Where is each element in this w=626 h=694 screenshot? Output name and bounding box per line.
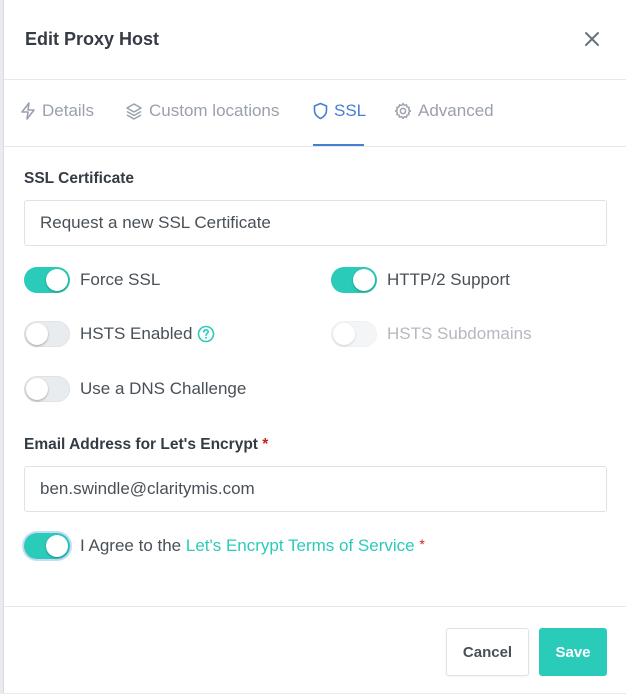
required-marker: * bbox=[419, 536, 425, 552]
agree-prefix: I Agree to the bbox=[80, 536, 186, 555]
tab-advanced-label: Advanced bbox=[418, 101, 494, 120]
close-icon[interactable] bbox=[580, 27, 604, 51]
hsts-subdomains-toggle[interactable]: HSTS Subdomains bbox=[331, 321, 532, 347]
email-value: ben.swindle@claritymis.com bbox=[40, 479, 255, 498]
force-ssl-label: Force SSL bbox=[80, 270, 161, 289]
tab-ssl-label: SSL bbox=[334, 101, 367, 120]
tab-details-label: Details bbox=[42, 101, 94, 120]
dns-challenge-label: Use a DNS Challenge bbox=[80, 379, 247, 398]
dns-challenge-switch[interactable] bbox=[24, 376, 70, 402]
tab-advanced[interactable]: Advanced bbox=[394, 101, 494, 146]
ssl-certificate-label: SSL Certificate bbox=[24, 170, 134, 187]
edit-proxy-host-modal: Edit Proxy Host Details Custom locations… bbox=[3, 0, 626, 693]
cancel-button[interactable]: Cancel bbox=[446, 628, 529, 676]
ssl-certificate-select[interactable]: Request a new SSL Certificate bbox=[24, 200, 607, 246]
hsts-label: HSTS Enabled bbox=[80, 324, 193, 343]
email-input[interactable]: ben.swindle@claritymis.com bbox=[24, 466, 607, 512]
tab-ssl[interactable]: SSL bbox=[313, 101, 367, 146]
email-label: Email Address for Let's Encrypt * bbox=[24, 436, 268, 454]
tab-custom-locations[interactable]: Custom locations bbox=[125, 101, 279, 146]
save-button[interactable]: Save bbox=[539, 628, 607, 676]
hsts-toggle[interactable]: HSTS Enabled bbox=[24, 321, 215, 347]
agree-tos-label: I Agree to the Let's Encrypt Terms of Se… bbox=[80, 536, 425, 556]
http2-switch[interactable] bbox=[331, 267, 377, 293]
modal-title: Edit Proxy Host bbox=[25, 29, 160, 49]
tab-bar: Details Custom locations SSL Advanced bbox=[4, 80, 626, 147]
help-circle-icon[interactable] bbox=[197, 325, 215, 343]
tab-details[interactable]: Details bbox=[20, 101, 94, 146]
force-ssl-switch[interactable] bbox=[24, 267, 70, 293]
email-label-text: Email Address for Let's Encrypt bbox=[24, 436, 258, 453]
force-ssl-toggle[interactable]: Force SSL bbox=[24, 267, 160, 293]
agree-tos-toggle[interactable]: I Agree to the Let's Encrypt Terms of Se… bbox=[24, 533, 425, 559]
hsts-subdomains-switch[interactable] bbox=[331, 321, 377, 347]
lets-encrypt-tos-link[interactable]: Let's Encrypt Terms of Service bbox=[186, 536, 415, 555]
layers-icon bbox=[125, 101, 149, 125]
hsts-subdomains-label: HSTS Subdomains bbox=[387, 324, 532, 343]
modal-header: Edit Proxy Host bbox=[4, 0, 626, 80]
agree-tos-switch[interactable] bbox=[24, 533, 70, 559]
lightning-icon bbox=[20, 101, 42, 125]
http2-label: HTTP/2 Support bbox=[387, 270, 510, 289]
modal-footer: Cancel Save bbox=[4, 606, 626, 694]
ssl-certificate-value: Request a new SSL Certificate bbox=[40, 213, 271, 232]
gear-icon bbox=[394, 101, 418, 125]
dns-challenge-toggle[interactable]: Use a DNS Challenge bbox=[24, 376, 246, 402]
tab-custom-locations-label: Custom locations bbox=[149, 101, 280, 120]
http2-toggle[interactable]: HTTP/2 Support bbox=[331, 267, 510, 293]
required-marker: * bbox=[262, 436, 269, 453]
hsts-switch[interactable] bbox=[24, 321, 70, 347]
shield-icon bbox=[313, 101, 334, 125]
